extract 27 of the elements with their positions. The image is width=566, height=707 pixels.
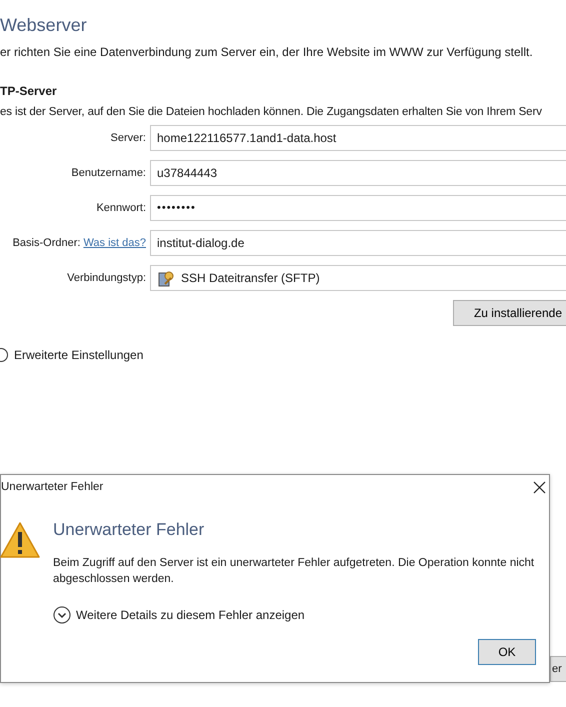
ok-button[interactable]: OK <box>478 639 536 665</box>
field-label: Verbindungstyp: <box>67 272 146 284</box>
lock-icon <box>157 269 175 287</box>
page-title: Webserver <box>0 14 88 36</box>
password-field[interactable]: •••••••• <box>150 195 566 221</box>
field-label: Basis-Ordner: <box>12 237 80 249</box>
close-icon[interactable] <box>533 481 546 494</box>
text-field[interactable]: u37844443 <box>150 160 566 186</box>
field-label: Server: <box>110 132 146 144</box>
field-label: Benutzername: <box>71 167 146 179</box>
install-button[interactable]: Zu installierende <box>452 300 566 326</box>
text-field[interactable]: institut-dialog.de <box>150 230 566 256</box>
field-label: Kennwort: <box>96 202 146 214</box>
text-field[interactable]: home122116577.1and1-data.host <box>150 125 566 151</box>
details-toggle[interactable]: Weitere Details zu diesem Fehler anzeigen <box>53 606 305 624</box>
section-text: es ist der Server, auf den Sie die Dateien hochladen können. Die Zugangsdaten erhalten Sie von Ihrem Serv <box>0 106 543 118</box>
chevron-icon <box>53 606 71 624</box>
error-message: Beim Zugriff auf den Server ist ein unerwarteter Fehler aufgetreten. Die Operation konnte nicht abgeschlossen werden. <box>53 556 536 587</box>
background-button[interactable]: er <box>550 656 566 682</box>
advanced-settings-label: Erweiterte Einstellungen <box>14 348 144 362</box>
section-title: TP-Server <box>0 84 58 98</box>
help-link[interactable]: Was ist das? <box>83 237 146 249</box>
dialog-title: Unerwarteter Fehler <box>1 481 104 493</box>
connection-type-dropdown[interactable]: SSH Dateitransfer (SFTP) <box>150 265 566 291</box>
intro-text: er richten Sie eine Datenverbindung zum Server ein, der Ihre Website im WWW zur Verfügung stellt. <box>0 44 534 60</box>
dialog-heading: Unerwarteter Fehler <box>53 520 204 540</box>
warning-icon <box>0 521 41 559</box>
